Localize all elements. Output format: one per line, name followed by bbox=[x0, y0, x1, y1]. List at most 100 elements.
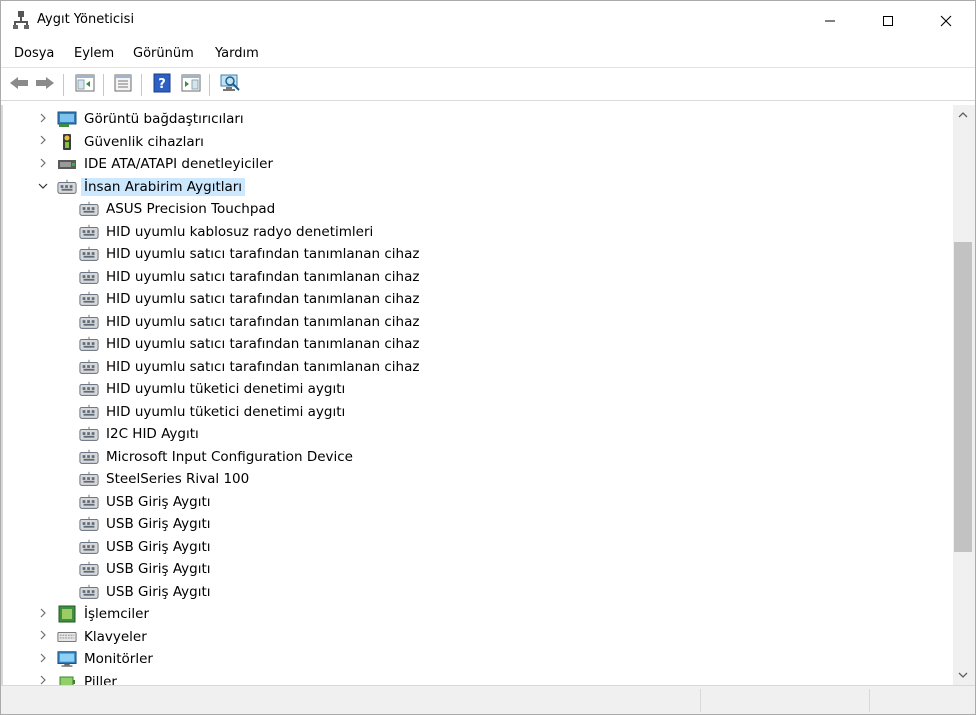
tree-device-item[interactable]: HID uyumlu tüketici denetimi aygıtı bbox=[79, 401, 348, 423]
expand-toggle[interactable] bbox=[35, 674, 51, 686]
tree-device-item[interactable]: USB Giriş Aygıtı bbox=[79, 491, 214, 513]
status-segment bbox=[869, 689, 870, 712]
tree-category[interactable]: Güvenlik cihazları bbox=[35, 131, 207, 153]
title-bar[interactable]: Aygıt Yöneticisi bbox=[1, 1, 975, 41]
hid-icon bbox=[79, 470, 99, 488]
device-manager-window: Aygıt Yöneticisi Dosya Eylem Görünüm Yar… bbox=[0, 0, 976, 715]
maximize-button[interactable] bbox=[859, 1, 917, 41]
expand-toggle[interactable] bbox=[35, 606, 51, 622]
tree-item-label: USB Giriş Aygıtı bbox=[106, 516, 211, 532]
hid-icon bbox=[79, 358, 99, 376]
battery-icon bbox=[57, 673, 77, 685]
tree-device-item[interactable]: SteelSeries Rival 100 bbox=[79, 468, 252, 490]
expand-toggle[interactable] bbox=[35, 134, 51, 150]
hid-icon bbox=[79, 538, 99, 556]
minimize-button[interactable] bbox=[801, 1, 859, 41]
toolbar: ? bbox=[1, 67, 975, 101]
tree-category[interactable]: IDE ATA/ATAPI denetleyiciler bbox=[35, 153, 276, 175]
menu-dosya[interactable]: Dosya bbox=[14, 46, 54, 61]
tree-device-item[interactable]: USB Giriş Aygıtı bbox=[79, 581, 214, 603]
tree-device-item[interactable]: HID uyumlu kablosuz radyo denetimleri bbox=[79, 221, 376, 243]
expand-toggle[interactable] bbox=[35, 179, 51, 195]
tree-device-item[interactable]: ASUS Precision Touchpad bbox=[79, 198, 278, 220]
close-button[interactable] bbox=[917, 1, 975, 41]
tree-device-item[interactable]: HID uyumlu satıcı tarafından tanımlanan … bbox=[79, 266, 422, 288]
tree-device-item[interactable]: HID uyumlu satıcı tarafından tanımlanan … bbox=[79, 311, 422, 333]
hid-icon bbox=[79, 515, 99, 533]
expand-toggle[interactable] bbox=[35, 111, 51, 127]
menu-eylem[interactable]: Eylem bbox=[74, 46, 114, 61]
scan-hardware-button[interactable] bbox=[218, 73, 242, 97]
show-hide-tree-button[interactable] bbox=[73, 73, 97, 97]
forward-button[interactable] bbox=[33, 73, 57, 97]
device-tree[interactable]: Görüntü bağdaştırıcıları Güvenlik cihazla… bbox=[1, 105, 953, 685]
scroll-down-arrow-icon bbox=[958, 668, 968, 683]
chevron-right-icon bbox=[39, 112, 47, 127]
tree-category[interactable]: Piller bbox=[35, 671, 120, 686]
tree-device-item[interactable]: HID uyumlu satıcı tarafından tanımlanan … bbox=[79, 288, 422, 310]
scroll-up-button[interactable] bbox=[953, 105, 973, 125]
tree-item-label: HID uyumlu tüketici denetimi aygıtı bbox=[106, 403, 346, 420]
tree-item-label: HID uyumlu satıcı tarafından tanımlanan … bbox=[106, 268, 420, 285]
tree-item-label: ASUS Precision Touchpad bbox=[106, 201, 276, 217]
tree-item-label: Microsoft Input Configuration Device bbox=[106, 448, 353, 465]
hid-icon bbox=[79, 425, 99, 443]
hid-icon bbox=[79, 200, 99, 218]
expand-toggle[interactable] bbox=[35, 156, 51, 172]
tree-device-item[interactable]: HID uyumlu tüketici denetimi aygıtı bbox=[79, 378, 348, 400]
scroll-thumb[interactable] bbox=[954, 242, 972, 552]
tree-category-expanded[interactable]: İnsan Arabirim Aygıtları bbox=[35, 176, 246, 198]
vertical-scrollbar[interactable] bbox=[953, 105, 975, 685]
ide-controller-icon bbox=[57, 155, 77, 173]
expand-toggle[interactable] bbox=[35, 651, 51, 667]
tree-device-item[interactable]: HID uyumlu satıcı tarafından tanımlanan … bbox=[79, 333, 422, 355]
chevron-right-icon bbox=[39, 607, 47, 622]
tree-device-item[interactable]: USB Giriş Aygıtı bbox=[79, 513, 214, 535]
toolbar-separator bbox=[103, 74, 104, 96]
tree-device-item[interactable]: I2C HID Aygıtı bbox=[79, 423, 202, 445]
tree-device-item[interactable]: USB Giriş Aygıtı bbox=[79, 558, 214, 580]
menu-yardim[interactable]: Yardım bbox=[215, 46, 259, 61]
back-button[interactable] bbox=[7, 73, 31, 97]
hid-icon bbox=[57, 178, 77, 196]
tree-category[interactable]: Klavyeler bbox=[35, 626, 150, 648]
help-button[interactable]: ? bbox=[150, 73, 174, 97]
hid-icon bbox=[79, 223, 99, 241]
status-bar bbox=[1, 685, 975, 714]
chevron-right-icon bbox=[39, 674, 47, 685]
tree-item-label: USB Giriş Aygıtı bbox=[106, 561, 211, 577]
hid-icon bbox=[79, 313, 99, 331]
svg-text:?: ? bbox=[158, 77, 166, 92]
tree-item-label: I2C HID Aygıtı bbox=[106, 426, 199, 442]
keyboard-icon bbox=[57, 628, 77, 646]
tree-category[interactable]: İşlemciler bbox=[35, 603, 152, 625]
tree-category[interactable]: Görüntü bağdaştırıcıları bbox=[35, 108, 247, 130]
expand-toggle[interactable] bbox=[35, 629, 51, 645]
hid-icon bbox=[79, 493, 99, 511]
tree-device-item[interactable]: Microsoft Input Configuration Device bbox=[79, 446, 356, 468]
tree-device-item[interactable]: HID uyumlu satıcı tarafından tanımlanan … bbox=[79, 243, 422, 265]
tree-item-label: HID uyumlu kablosuz radyo denetimleri bbox=[106, 223, 374, 240]
menu-gorunum[interactable]: Görünüm bbox=[133, 46, 194, 61]
tree-device-item[interactable]: USB Giriş Aygıtı bbox=[79, 536, 214, 558]
properties-button[interactable] bbox=[111, 73, 135, 97]
tree-item-label: HID uyumlu satıcı tarafından tanımlanan … bbox=[106, 336, 420, 352]
toolbar-separator bbox=[209, 74, 210, 96]
hid-icon bbox=[79, 380, 99, 398]
display-adapter-icon bbox=[57, 110, 77, 128]
scroll-down-button[interactable] bbox=[953, 665, 973, 685]
tree-item-label: IDE ATA/ATAPI denetleyiciler bbox=[84, 156, 274, 172]
tree-item-label: Piller bbox=[84, 673, 117, 686]
tree-item-label: Görüntü bağdaştırıcıları bbox=[84, 111, 244, 127]
action-pane-button[interactable] bbox=[179, 73, 203, 97]
monitor-icon bbox=[57, 650, 77, 668]
tree-item-label: İnsan Arabirim Aygıtları bbox=[81, 177, 246, 196]
tree-item-label: HID uyumlu satıcı tarafından tanımlanan … bbox=[106, 246, 420, 262]
tree-category[interactable]: Monitörler bbox=[35, 648, 156, 670]
tree-device-item[interactable]: HID uyumlu satıcı tarafından tanımlanan … bbox=[79, 356, 422, 378]
help-icon: ? bbox=[153, 73, 171, 97]
chevron-right-icon bbox=[39, 652, 47, 667]
scan-hardware-icon bbox=[219, 73, 241, 97]
tree-item-label: Güvenlik cihazları bbox=[84, 133, 204, 150]
tree-item-label: USB Giriş Aygıtı bbox=[106, 583, 211, 600]
